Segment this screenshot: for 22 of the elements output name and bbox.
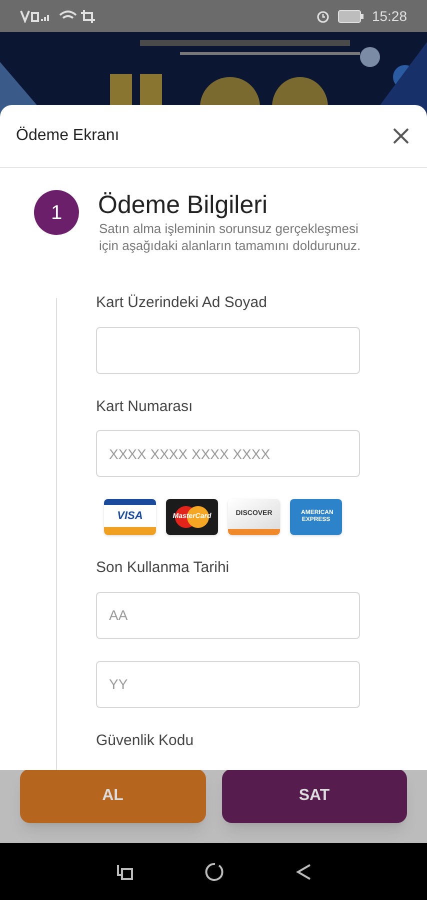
close-icon[interactable] <box>391 126 411 146</box>
step-description: Satın alma işleminin sorunsuz gerçekleşmesi için aşağıdaki alanların tamamını doldurunuz. <box>99 220 362 254</box>
home-icon[interactable] <box>204 862 224 882</box>
field-label: Kart Üzerindeki Ad Soyad <box>96 293 268 313</box>
step-number: 1 <box>34 190 79 235</box>
field-label: Son Kullanma Tarihi <box>96 558 230 578</box>
modal-title: Ödeme Ekranı <box>16 126 120 146</box>
input-field[interactable]: YY <box>96 660 360 708</box>
input-field[interactable]: AA <box>96 592 360 638</box>
recent-apps-icon[interactable] <box>116 862 134 880</box>
input-field[interactable] <box>96 326 360 374</box>
visa-card-logo: VISA <box>104 499 156 535</box>
input-field[interactable]: XXXX XXXX XXXX XXXX <box>96 430 360 477</box>
alarm-icon <box>316 9 330 23</box>
step-title: Ödeme Bilgileri <box>98 190 269 220</box>
field-label: Güvenlik Kodu <box>96 730 195 750</box>
back-icon[interactable] <box>296 862 312 880</box>
action-button[interactable]: SAT <box>222 769 407 823</box>
status-time: 15:28 <box>372 6 407 26</box>
signal-icon <box>20 9 98 23</box>
battery-icon <box>338 10 364 22</box>
field-label: Kart Numarası <box>96 396 194 416</box>
